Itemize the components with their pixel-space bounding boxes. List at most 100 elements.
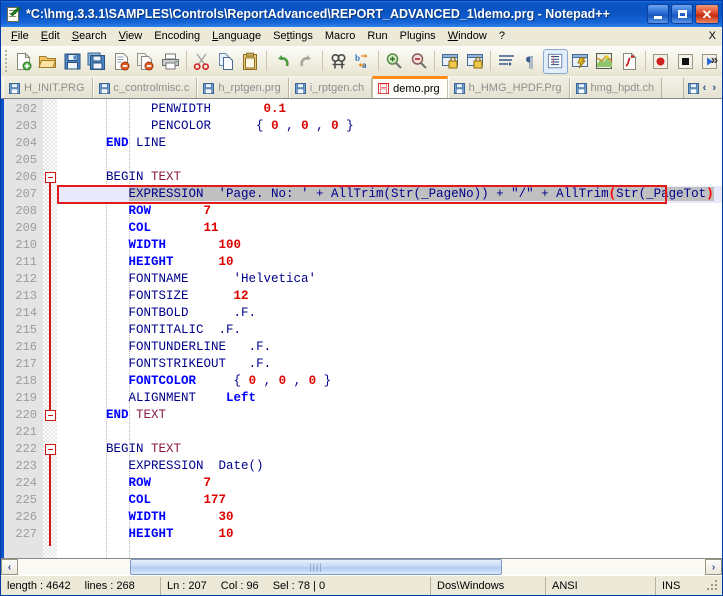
tab-hmg-hpdt-ch[interactable]: hmg_hpdt.ch: [569, 78, 663, 98]
code-line[interactable]: WIDTH 100: [57, 237, 722, 254]
code-line[interactable]: ROW 7: [57, 203, 722, 220]
sync-vertical-icon[interactable]: [438, 49, 463, 74]
undo-icon[interactable]: [270, 49, 295, 74]
save-icon[interactable]: [60, 49, 85, 74]
fold-row[interactable]: [43, 424, 57, 441]
replace-icon[interactable]: b a: [351, 49, 376, 74]
code-line[interactable]: ROW 7: [57, 475, 722, 492]
tab-h-init-prg[interactable]: H_INIT.PRG: [3, 78, 93, 98]
show-all-chars-icon[interactable]: ¶: [519, 49, 544, 74]
fold-row[interactable]: [43, 152, 57, 169]
code-line[interactable]: PENCOLOR { 0 , 0 , 0 }: [57, 118, 722, 135]
code-line[interactable]: FONTITALIC .F.: [57, 322, 722, 339]
zoom-out-icon[interactable]: [407, 49, 432, 74]
scrollbar-thumb[interactable]: ||||: [130, 559, 502, 575]
menu-encoding[interactable]: Encoding: [148, 28, 206, 44]
doc-map-icon[interactable]: [593, 49, 618, 74]
fold-collapse-icon[interactable]: [45, 444, 56, 455]
print-icon[interactable]: [158, 49, 183, 74]
menu-file[interactable]: File: [5, 28, 35, 44]
code-line[interactable]: HEIGHT 10: [57, 254, 722, 271]
minimize-button[interactable]: [647, 4, 669, 24]
code-text-area[interactable]: PENWIDTH 0.1 PENCOLOR { 0 , 0 , 0 } END …: [57, 99, 722, 558]
save-all-icon[interactable]: [84, 49, 109, 74]
code-line[interactable]: EXPRESSION 'Page. No: ' + AllTrim(Str(_P…: [57, 186, 722, 203]
editor-area[interactable]: 202 203 204 205 206 207 208 209 210 211 212 213 214 2…: [1, 98, 722, 558]
fold-collapse-icon[interactable]: [45, 410, 56, 421]
menu-search[interactable]: Search: [66, 28, 113, 44]
menu-macro[interactable]: Macro: [319, 28, 362, 44]
menu-window[interactable]: Window: [442, 28, 493, 44]
indent-guide-icon[interactable]: [543, 48, 568, 74]
menu-close-doc-button[interactable]: X: [709, 30, 716, 42]
toolbar-overflow-button[interactable]: »: [711, 52, 718, 67]
user-define-dialog-icon[interactable]: [568, 49, 593, 74]
close-button[interactable]: ✕: [695, 4, 719, 24]
record-macro-icon[interactable]: [649, 49, 674, 74]
menu-plugins[interactable]: Plugins: [394, 28, 442, 44]
fold-row[interactable]: [43, 101, 57, 118]
menu-edit[interactable]: Edit: [35, 28, 66, 44]
maximize-button[interactable]: [671, 4, 693, 24]
tab-demo-prg[interactable]: demo.prg: [372, 76, 448, 98]
code-line[interactable]: BEGIN TEXT: [57, 441, 722, 458]
open-file-icon[interactable]: [35, 49, 60, 74]
code-line[interactable]: FONTCOLOR { 0 , 0 , 0 }: [57, 373, 722, 390]
scroll-left-button[interactable]: ‹: [1, 559, 18, 575]
menu-help[interactable]: ?: [493, 28, 511, 44]
toolbar-grip[interactable]: [3, 50, 9, 72]
menu-run[interactable]: Run: [361, 28, 393, 44]
zoom-in-icon[interactable]: [382, 49, 407, 74]
code-line[interactable]: FONTBOLD .F.: [57, 305, 722, 322]
cut-icon[interactable]: [190, 49, 215, 74]
fold-row[interactable]: [43, 135, 57, 152]
code-line[interactable]: [57, 424, 722, 441]
code-line[interactable]: ALIGNMENT Left: [57, 390, 722, 407]
code-line[interactable]: [57, 152, 722, 169]
menu-settings[interactable]: Settings: [267, 28, 319, 44]
status-insert-mode[interactable]: INS: [656, 577, 696, 595]
new-file-icon[interactable]: [11, 49, 36, 74]
menu-language[interactable]: Language: [206, 28, 267, 44]
scroll-right-button[interactable]: ›: [705, 559, 722, 575]
fold-margin[interactable]: [43, 99, 57, 558]
tab-i-rptgen-ch[interactable]: i_rptgen.ch: [288, 78, 373, 98]
resize-grip[interactable]: [706, 579, 720, 593]
code-line[interactable]: PENWIDTH 0.1: [57, 101, 722, 118]
tab-next-button[interactable]: ›: [710, 82, 718, 94]
code-line[interactable]: FONTSTRIKEOUT .F.: [57, 356, 722, 373]
code-line[interactable]: END TEXT: [57, 407, 722, 424]
code-line[interactable]: COL 11: [57, 220, 722, 237]
code-line[interactable]: EXPRESSION Date(): [57, 458, 722, 475]
code-line[interactable]: END LINE: [57, 135, 722, 152]
code-line[interactable]: COL 177: [57, 492, 722, 509]
tab-c-controlmisc-c[interactable]: c_controlmisc.c: [92, 78, 198, 98]
redo-icon[interactable]: [295, 49, 320, 74]
status-encoding[interactable]: ANSI: [546, 576, 656, 595]
scrollbar-track[interactable]: ||||: [18, 559, 705, 575]
code-token: 'Helvetica': [233, 272, 317, 286]
copy-icon[interactable]: [214, 49, 239, 74]
paste-icon[interactable]: [239, 49, 264, 74]
code-line[interactable]: FONTUNDERLINE .F.: [57, 339, 722, 356]
find-icon[interactable]: [326, 49, 351, 74]
tab-h-rptgen-prg[interactable]: h_rptgen.prg: [197, 78, 289, 98]
code-line[interactable]: WIDTH 30: [57, 509, 722, 526]
tab-prev-button[interactable]: ‹: [701, 82, 709, 94]
horizontal-scrollbar[interactable]: ‹ |||| ›: [1, 558, 722, 575]
code-line[interactable]: BEGIN TEXT: [57, 169, 722, 186]
menu-view[interactable]: View: [113, 28, 149, 44]
close-all-icon[interactable]: [134, 49, 159, 74]
sync-horizontal-icon[interactable]: [463, 49, 488, 74]
code-line[interactable]: FONTSIZE 12: [57, 288, 722, 305]
close-file-icon[interactable]: [109, 49, 134, 74]
status-eol-format[interactable]: Dos\Windows: [431, 576, 546, 595]
function-list-icon[interactable]: [617, 49, 642, 74]
code-line[interactable]: HEIGHT 10: [57, 526, 722, 543]
fold-row[interactable]: [43, 118, 57, 135]
tab-h-hmg-hpdf-prg[interactable]: h_HMG_HPDF.Prg: [447, 78, 570, 98]
code-line[interactable]: FONTNAME 'Helvetica': [57, 271, 722, 288]
fold-collapse-icon[interactable]: [45, 172, 56, 183]
word-wrap-icon[interactable]: [494, 49, 519, 74]
stop-macro-icon[interactable]: [673, 49, 698, 74]
